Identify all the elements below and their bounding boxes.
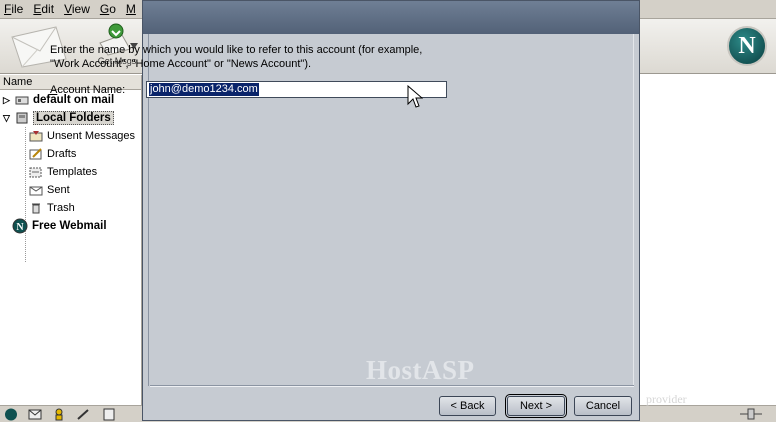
status-grip-icon [740,408,762,420]
menu-view[interactable]: View [64,2,90,16]
dialog-button-separator [150,385,634,387]
account-name-selected-text: john@demo1234.com [149,83,259,96]
computer-icon [16,112,28,124]
drafts-icon [29,148,42,160]
menu-message[interactable]: M [126,2,136,16]
menu-edit[interactable]: Edit [33,2,54,16]
collapse-twisty-icon[interactable]: ▽ [3,113,13,124]
trash-icon [32,203,40,214]
templates-icon [29,167,42,178]
mouse-pointer-icon [407,85,423,108]
account-free-webmail[interactable]: N Free Webmail [12,217,107,235]
mail-icon[interactable] [28,408,42,421]
account-name-label: Account Name: [50,84,125,96]
server-icon [15,96,29,105]
next-button[interactable]: Next > [505,394,567,418]
folder-templates[interactable]: Templates [29,163,97,181]
tree-guide-line [25,127,26,262]
svg-text:N: N [16,222,24,233]
account-name-field[interactable]: john@demo1234.com [146,81,447,98]
account-label: Free Webmail [32,220,107,232]
dialog-titlebar[interactable] [143,1,639,34]
cancel-button[interactable]: Cancel [574,396,632,416]
netscape-logo[interactable]: N [727,26,767,66]
sent-icon [29,186,43,196]
folder-drafts[interactable]: Drafts [29,145,76,163]
folder-sent[interactable]: Sent [29,181,70,199]
menu-file[interactable]: File [4,2,23,16]
folder-trash[interactable]: Trash [29,199,75,217]
account-name-instruction: Enter the name by which you would like t… [50,44,423,70]
navigator-icon[interactable] [4,408,18,421]
folder-unsent-messages[interactable]: Unsent Messages [29,127,135,145]
expand-twisty-icon[interactable]: ▷ [3,95,13,106]
account-local-folders[interactable]: ▽ Local Folders [3,109,114,127]
composer-icon[interactable] [76,408,90,421]
folder-label: Drafts [47,148,77,160]
account-label: Local Folders [33,111,114,125]
watermark-brand: HostASP [366,355,475,385]
watermark-tagline: provider [646,392,687,406]
outbox-icon [29,131,43,142]
back-button[interactable]: < Back [439,396,496,416]
folder-label: Sent [47,184,70,196]
address-book-icon[interactable] [102,408,116,421]
folder-label: Templates [47,166,98,178]
menu-go[interactable]: Go [100,2,116,16]
instant-messenger-icon[interactable] [52,408,66,421]
folder-label: Trash [47,202,75,214]
folder-pane: Name ▷ default on mail ▽ Local Folders U… [0,75,142,405]
netscape-webmail-icon: N [12,218,28,234]
account-name-label-rest: ccount Name: [57,84,126,96]
folder-label: Unsent Messages [47,130,136,142]
